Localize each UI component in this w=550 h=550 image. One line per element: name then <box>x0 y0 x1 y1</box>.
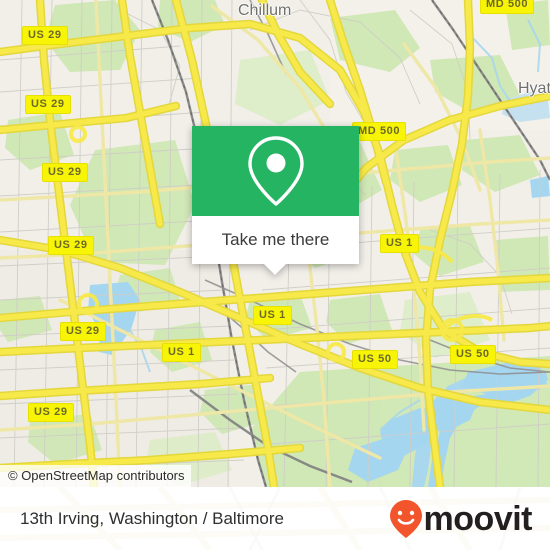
popup-action-row[interactable]: Take me there <box>192 216 359 275</box>
road-shield-us1: US 1 <box>380 234 419 253</box>
moovit-pin-icon <box>389 499 422 538</box>
road-shield-us29: US 29 <box>22 26 68 45</box>
footer-bar: 13th Irving, Washington / Baltimore moov… <box>0 487 550 550</box>
moovit-map-screen: Chillum Hyatt US 29 US 29 US 29 US 29 US… <box>0 0 550 550</box>
map-attribution[interactable]: © OpenStreetMap contributors <box>0 465 191 487</box>
place-label-chillum: Chillum <box>238 2 292 19</box>
moovit-logo[interactable]: moovit <box>389 499 533 539</box>
road-shield-us29: US 29 <box>25 95 71 114</box>
location-title: 13th Irving, Washington / Baltimore <box>20 508 284 528</box>
road-shield-us1: US 1 <box>253 306 292 325</box>
take-me-there-button[interactable]: Take me there <box>222 230 330 250</box>
popup-header <box>192 126 359 216</box>
map-canvas[interactable]: Chillum Hyatt US 29 US 29 US 29 US 29 US… <box>0 0 550 487</box>
road-shield-us29: US 29 <box>42 163 88 182</box>
destination-popup-card[interactable]: Take me there <box>192 126 359 275</box>
place-label-hyattsville: Hyatt <box>518 80 550 97</box>
road-shield-md500: MD 500 <box>352 122 407 141</box>
road-shield-us50: US 50 <box>352 350 398 369</box>
moovit-wordmark: moovit <box>423 499 533 538</box>
road-shield-us29: US 29 <box>60 322 106 341</box>
road-shield-us29: US 29 <box>28 403 74 422</box>
location-pin-icon <box>247 136 304 206</box>
road-shield-us29: US 29 <box>48 236 94 255</box>
road-shield-md500: MD 500 <box>480 0 535 14</box>
popup-pointer-tail <box>264 264 286 275</box>
road-shield-us1: US 1 <box>162 343 201 362</box>
road-shield-us50: US 50 <box>450 345 496 364</box>
